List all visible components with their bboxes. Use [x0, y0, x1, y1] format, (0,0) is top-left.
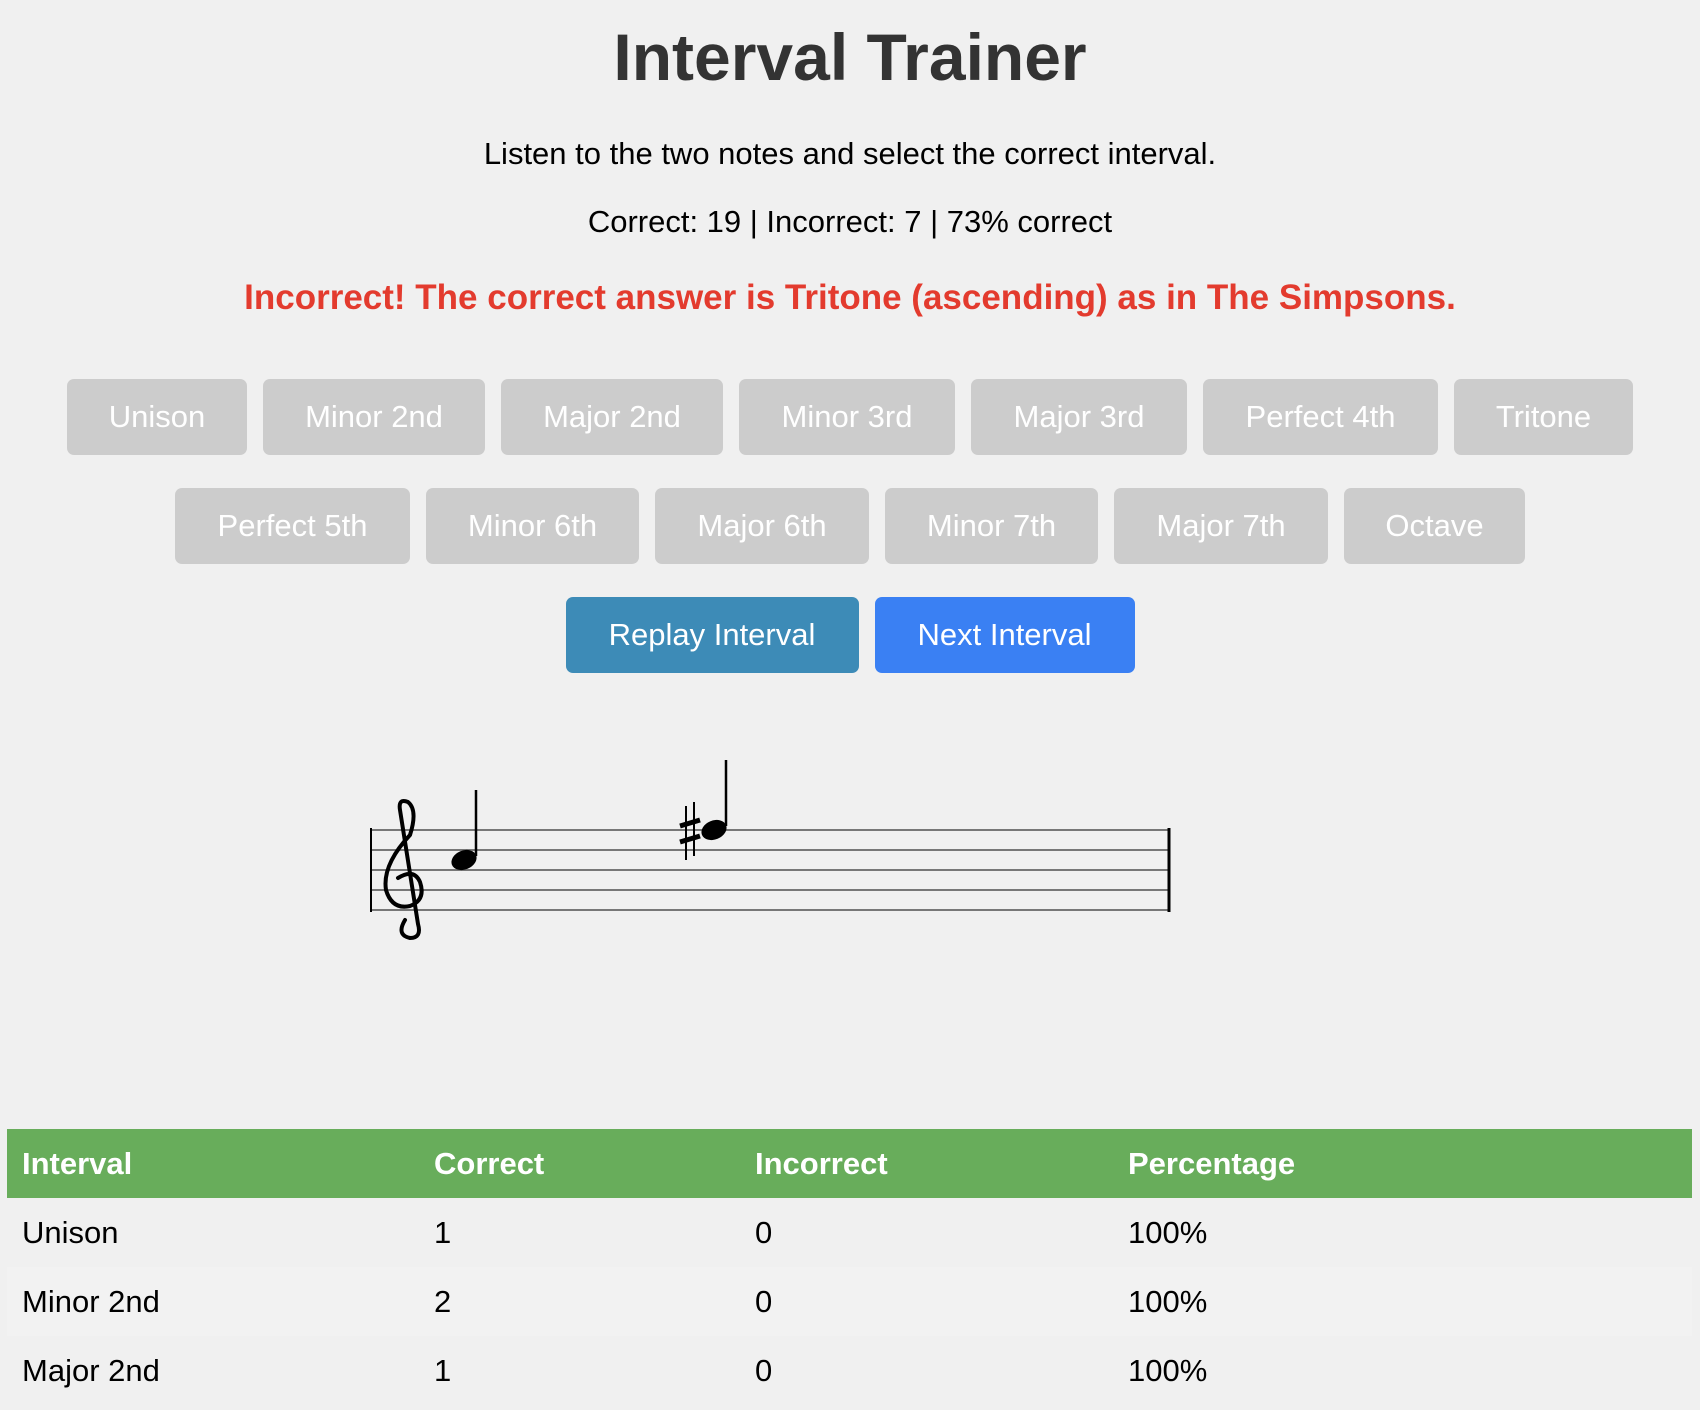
cell-correct: 1	[434, 1352, 452, 1388]
interval-button-minor-3rd[interactable]: Minor 3rd	[739, 379, 955, 455]
cell-percentage: 100%	[1113, 1267, 1692, 1336]
header-correct: Correct	[419, 1129, 740, 1198]
interval-button-major-2nd[interactable]: Major 2nd	[501, 379, 723, 455]
interval-stats-table: Interval Correct Incorrect Percentage Un…	[7, 1129, 1692, 1405]
interval-button-perfect-4th[interactable]: Perfect 4th	[1203, 379, 1438, 455]
interval-buttons-row-2: Perfect 5th Minor 6th Major 6th Minor 7t…	[0, 488, 1700, 564]
page-title: Interval Trainer	[613, 20, 1087, 94]
feedback-message: Incorrect! The correct answer is Tritone…	[244, 278, 1456, 317]
staff-lines	[370, 829, 1170, 911]
table-header-row: Interval Correct Incorrect Percentage	[7, 1129, 1692, 1198]
header-incorrect: Incorrect	[740, 1129, 1113, 1198]
cell-percentage: 100%	[1128, 1214, 1208, 1250]
cell-interval: Minor 2nd	[7, 1267, 419, 1336]
action-buttons: Replay Interval Next Interval	[0, 597, 1700, 673]
replay-interval-button[interactable]: Replay Interval	[565, 597, 859, 673]
instructions-text: Listen to the two notes and select the c…	[483, 136, 1217, 171]
interval-button-minor-2nd[interactable]: Minor 2nd	[263, 379, 485, 455]
interval-button-octave[interactable]: Octave	[1344, 488, 1525, 564]
interval-button-minor-7th[interactable]: Minor 7th	[885, 488, 1098, 564]
cell-incorrect: 0	[740, 1267, 1113, 1336]
interval-button-major-3rd[interactable]: Major 3rd	[971, 379, 1187, 455]
interval-button-minor-6th[interactable]: Minor 6th	[426, 488, 639, 564]
score-summary: Correct: 19 | Incorrect: 7 | 73% correct	[587, 204, 1113, 239]
cell-correct: 2	[419, 1267, 740, 1336]
note-1	[451, 790, 478, 871]
header-percentage: Percentage	[1113, 1129, 1692, 1198]
table-row: Unison 1 0 100%	[7, 1198, 1692, 1267]
header-interval: Interval	[7, 1129, 419, 1198]
table-row: Minor 2nd 2 0 100%	[7, 1267, 1692, 1336]
interval-button-unison[interactable]: Unison	[67, 379, 247, 455]
interval-button-perfect-5th[interactable]: Perfect 5th	[175, 488, 410, 564]
cell-percentage: 100%	[1128, 1352, 1208, 1388]
cell-interval: Unison	[22, 1214, 119, 1250]
interval-button-major-6th[interactable]: Major 6th	[655, 488, 869, 564]
cell-incorrect: 0	[755, 1214, 773, 1250]
cell-interval: Major 2nd	[22, 1352, 160, 1388]
cell-correct: 1	[434, 1214, 452, 1250]
cell-incorrect: 0	[755, 1352, 773, 1388]
interval-button-major-7th[interactable]: Major 7th	[1114, 488, 1328, 564]
next-interval-button[interactable]: Next Interval	[874, 597, 1135, 673]
table-row: Major 2nd 1 0 100%	[7, 1336, 1692, 1405]
note-2	[701, 760, 728, 841]
interval-button-tritone[interactable]: Tritone	[1454, 379, 1633, 455]
interval-buttons-row-1: Unison Minor 2nd Major 2nd Minor 3rd Maj…	[0, 379, 1700, 455]
music-staff	[370, 760, 1171, 941]
